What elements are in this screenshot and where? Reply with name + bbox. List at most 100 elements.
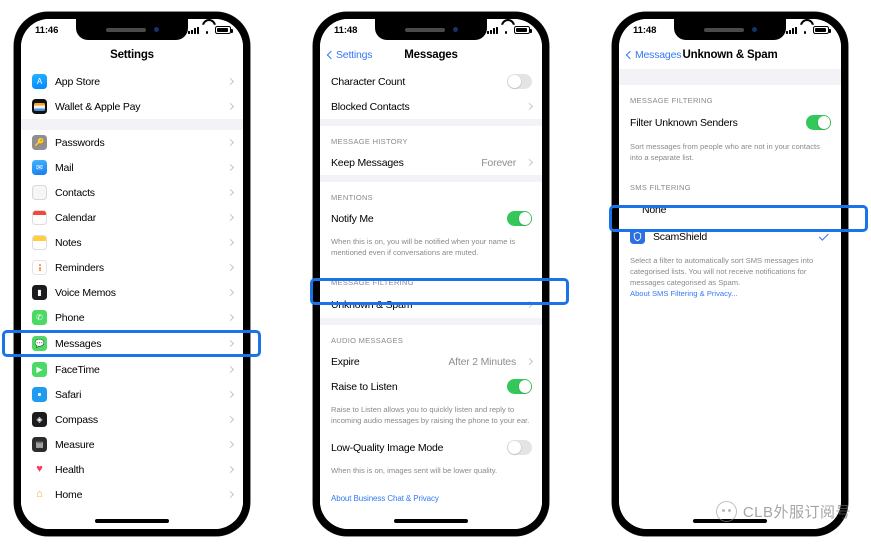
section-gap xyxy=(320,119,542,126)
row-filter-scamshield[interactable]: ScamShield xyxy=(619,223,841,250)
row-blocked-contacts[interactable]: Blocked Contacts xyxy=(320,94,542,119)
sidebar-item-messages[interactable]: 💬 Messages xyxy=(21,330,243,357)
row-label: Notes xyxy=(55,236,82,249)
character-count-toggle[interactable] xyxy=(507,74,532,89)
health-icon: ♥ xyxy=(32,462,47,477)
row-unknown-and-spam[interactable]: Unknown & Spam xyxy=(320,291,542,318)
notch xyxy=(76,19,188,40)
chevron-left-icon xyxy=(625,50,635,59)
row-label: Health xyxy=(55,463,85,476)
battery-icon xyxy=(215,26,233,34)
sms-filtering-privacy-link[interactable]: About SMS Filtering & Privacy... xyxy=(630,288,830,299)
notch xyxy=(375,19,487,40)
unknown-spam-list[interactable]: MESSAGE FILTERING Filter Unknown Senders… xyxy=(619,69,841,513)
sidebar-item-reminders[interactable]: Reminders xyxy=(21,255,243,280)
sidebar-item-phone[interactable]: ✆ Phone xyxy=(21,305,243,330)
messages-settings-list[interactable]: Character Count Blocked Contacts MESSAGE… xyxy=(320,69,542,513)
chevron-right-icon xyxy=(226,365,235,374)
back-button-messages[interactable]: Messages xyxy=(625,49,681,61)
back-button-label: Settings xyxy=(336,48,373,61)
section-header-audio-messages: AUDIO MESSAGES xyxy=(320,325,542,349)
sidebar-item-notes[interactable]: Notes xyxy=(21,230,243,255)
raise-to-listen-toggle[interactable] xyxy=(507,379,532,394)
settings-list[interactable]: A App Store Wallet & Apple Pay 🔑 Passwor… xyxy=(21,69,243,513)
section-header-message-filtering: MESSAGE FILTERING xyxy=(619,85,841,109)
sidebar-item-measure[interactable]: ▤ Measure xyxy=(21,432,243,457)
cellular-bars-icon xyxy=(487,26,498,34)
watermark-text: CLB外服订阅号 xyxy=(742,504,851,521)
front-camera-icon xyxy=(452,27,458,32)
screen-settings: 11:46 Settings A App Store Wallet & Appl… xyxy=(21,19,243,529)
speaker-grille-icon xyxy=(703,27,744,32)
scamshield-icon xyxy=(630,229,645,244)
notes-icon xyxy=(32,235,47,250)
section-header-sms-filtering: SMS FILTERING xyxy=(619,172,841,196)
cellular-bars-icon xyxy=(786,26,797,34)
battery-icon xyxy=(813,26,831,34)
sidebar-item-passwords[interactable]: 🔑 Passwords xyxy=(21,130,243,155)
measure-icon: ▤ xyxy=(32,437,47,452)
row-label: Calendar xyxy=(55,211,97,224)
sidebar-item-app-store[interactable]: A App Store xyxy=(21,69,243,94)
raise-to-listen-footnote: Raise to Listen allows you to quickly li… xyxy=(320,399,542,435)
row-label: Measure xyxy=(55,438,95,451)
filter-unknown-senders-toggle[interactable] xyxy=(806,115,831,130)
row-label: Voice Memos xyxy=(55,286,116,299)
phone-3-unknown-and-spam: 11:48 Messages Unknown & Spam MESSAGE FI… xyxy=(612,12,848,536)
nav-bar-unknown-spam: Messages Unknown & Spam xyxy=(619,41,841,69)
row-label: Keep Messages xyxy=(331,156,404,169)
row-label: App Store xyxy=(55,75,100,88)
notify-me-footnote: When this is on, you will be notified wh… xyxy=(320,231,542,267)
sidebar-item-facetime[interactable]: ▶ FaceTime xyxy=(21,357,243,382)
voice-memos-icon: ▮ xyxy=(32,285,47,300)
row-raise-to-listen[interactable]: Raise to Listen xyxy=(320,374,542,399)
wifi-icon xyxy=(202,26,212,34)
chevron-right-icon xyxy=(525,158,534,167)
row-label: Expire xyxy=(331,355,360,368)
row-filter-none[interactable]: None xyxy=(619,196,841,223)
compass-icon: ◈ xyxy=(32,412,47,427)
sidebar-item-voice-memos[interactable]: ▮ Voice Memos xyxy=(21,280,243,305)
sms-filtering-footnote: Select a filter to automatically sort SM… xyxy=(619,250,841,308)
reminders-icon xyxy=(32,260,47,275)
sidebar-item-compass[interactable]: ◈ Compass xyxy=(21,407,243,432)
sidebar-item-wallet[interactable]: Wallet & Apple Pay xyxy=(21,94,243,119)
low-quality-toggle[interactable] xyxy=(507,440,532,455)
sidebar-item-home[interactable]: ⌂ Home xyxy=(21,482,243,507)
app-store-icon: A xyxy=(32,74,47,89)
row-keep-messages[interactable]: Keep Messages Forever xyxy=(320,150,542,175)
row-label: Raise to Listen xyxy=(331,380,398,393)
sidebar-item-contacts[interactable]: Contacts xyxy=(21,180,243,205)
mail-icon: ✉ xyxy=(32,160,47,175)
sidebar-item-calendar[interactable]: Calendar xyxy=(21,205,243,230)
row-low-quality-image-mode[interactable]: Low-Quality Image Mode xyxy=(320,435,542,460)
watermark: CLB外服订阅号 xyxy=(715,501,851,522)
safari-icon xyxy=(32,387,47,402)
row-label: Wallet & Apple Pay xyxy=(55,100,141,113)
sidebar-item-mail[interactable]: ✉ Mail xyxy=(21,155,243,180)
chevron-right-icon xyxy=(226,313,235,322)
contacts-icon xyxy=(32,185,47,200)
row-label: Unknown & Spam xyxy=(331,298,413,311)
phone-2-messages-settings: 11:48 Settings Messages Character Count xyxy=(313,12,549,536)
row-character-count[interactable]: Character Count xyxy=(320,69,542,94)
cat-face-logo-icon xyxy=(715,501,737,522)
chevron-right-icon xyxy=(226,213,235,222)
row-expire[interactable]: Expire After 2 Minutes xyxy=(320,349,542,374)
chevron-right-icon xyxy=(226,188,235,197)
back-button-settings[interactable]: Settings xyxy=(326,48,373,61)
row-label: ScamShield xyxy=(653,230,708,243)
sidebar-item-health[interactable]: ♥ Health xyxy=(21,457,243,482)
notify-me-toggle[interactable] xyxy=(507,211,532,226)
chevron-right-icon xyxy=(226,163,235,172)
chevron-right-icon xyxy=(226,288,235,297)
row-notify-me[interactable]: Notify Me xyxy=(320,206,542,231)
row-label: Low-Quality Image Mode xyxy=(331,441,444,454)
chevron-left-icon xyxy=(326,50,336,59)
chevron-right-icon xyxy=(226,102,235,111)
row-filter-unknown-senders[interactable]: Filter Unknown Senders xyxy=(619,109,841,136)
sidebar-item-safari[interactable]: Safari xyxy=(21,382,243,407)
row-label: Messages xyxy=(55,337,102,350)
messages-icon: 💬 xyxy=(32,336,47,351)
business-chat-privacy-link[interactable]: About Business Chat & Privacy xyxy=(320,485,542,512)
